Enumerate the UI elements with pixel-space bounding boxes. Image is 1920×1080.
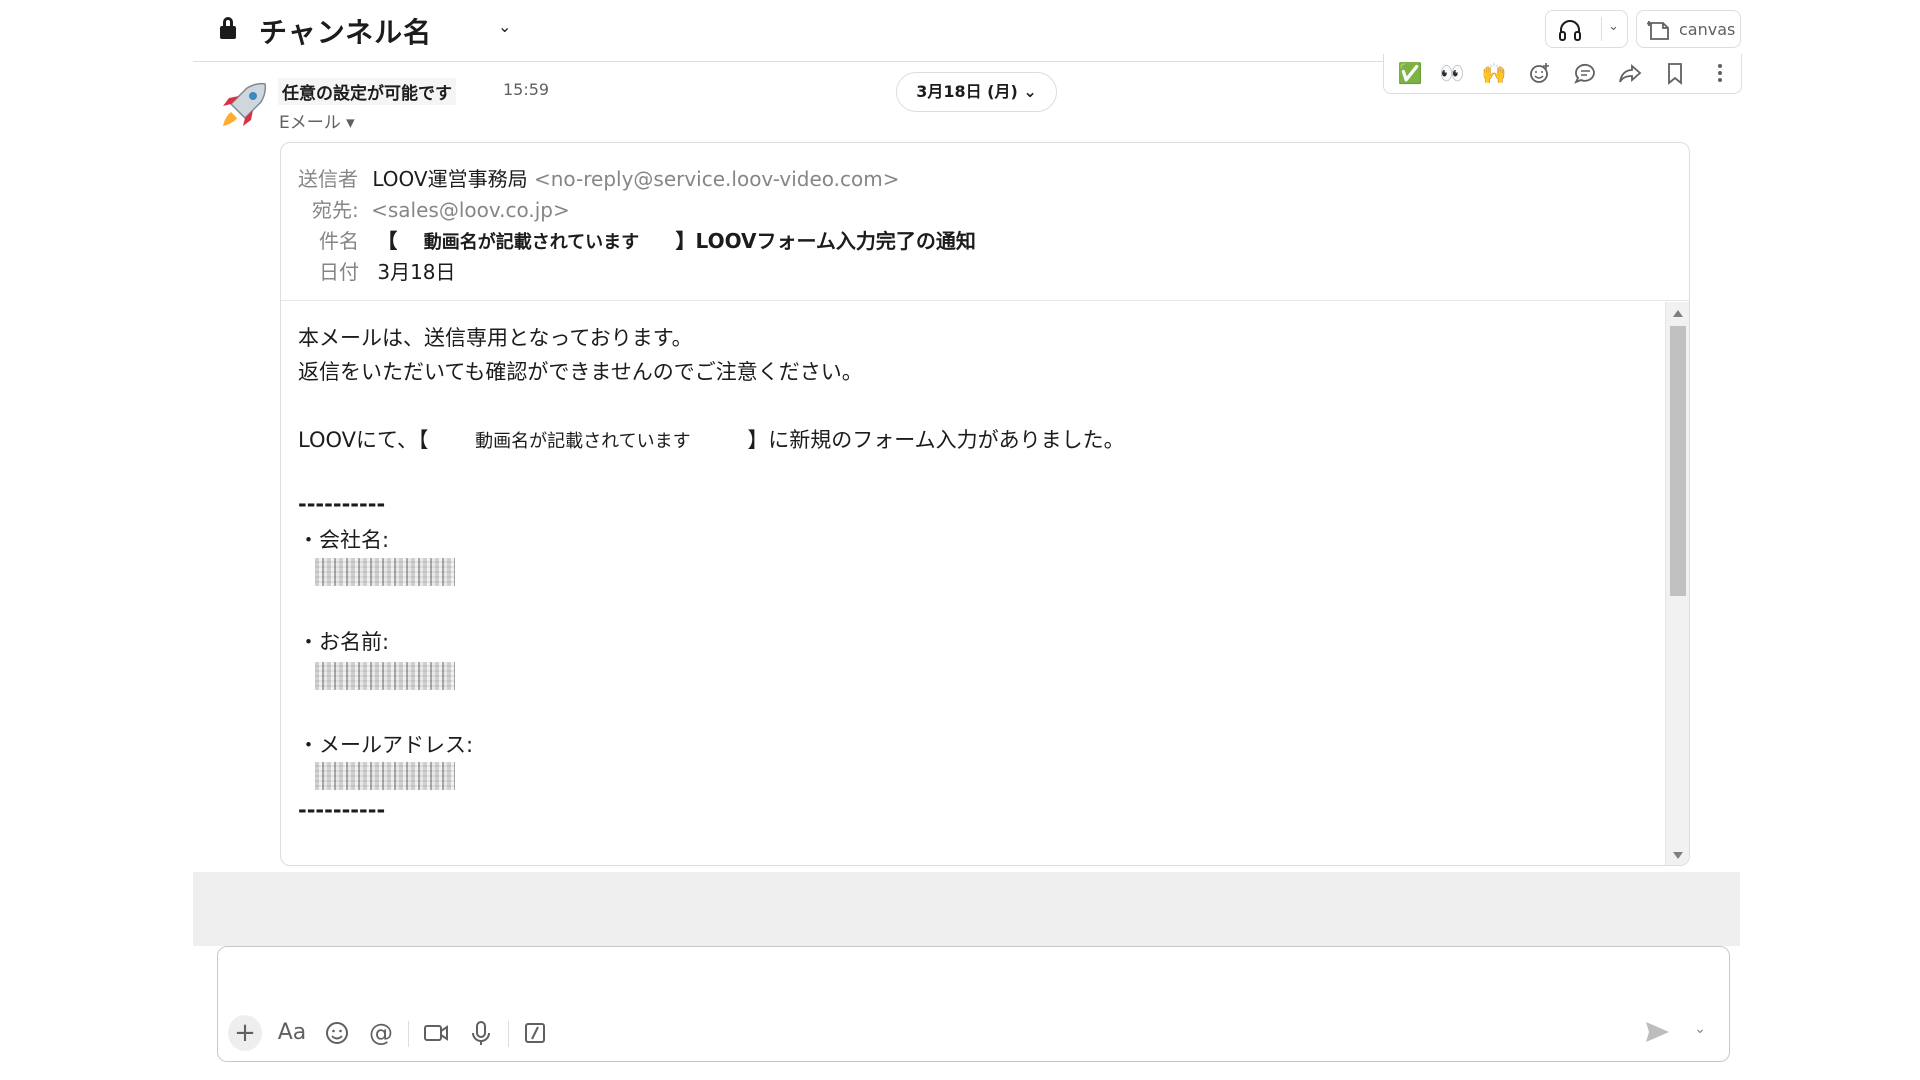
- headphone-icon[interactable]: [1558, 19, 1582, 41]
- to-address: <sales@loov.co.jp>: [371, 198, 570, 222]
- formatting-button[interactable]: Aa: [272, 1015, 312, 1051]
- subject-label: 件名: [319, 229, 359, 253]
- email-body: 本メールは、送信専用となっております。 返信をいただいても確認ができませんのでご…: [281, 302, 1665, 865]
- date-divider-button[interactable]: 3月18日 (月) ⌄: [896, 72, 1057, 112]
- message-area: 任意の設定が可能です 15:59 Eメール ▾ 3月18日 (月) ⌄ ✅ 👀 …: [193, 54, 1742, 872]
- add-reaction-icon[interactable]: [1524, 58, 1556, 88]
- bookmark-icon[interactable]: [1659, 58, 1691, 88]
- message-composer: + Aa @ ⌄: [217, 946, 1730, 1062]
- microphone-icon[interactable]: [464, 1015, 498, 1051]
- send-options-chevron-icon[interactable]: ⌄: [1694, 1021, 1706, 1037]
- huddle-button-group: ⌄: [1545, 10, 1628, 48]
- message-sender-name[interactable]: 任意の設定が可能です: [278, 78, 456, 105]
- body-line-3-suffix: 】に新規のフォーム入力がありました。: [747, 428, 1125, 452]
- subject-video-name: 動画名が記載されています: [423, 232, 640, 253]
- email-label-dropdown[interactable]: Eメール ▾: [279, 108, 355, 133]
- company-value-redacted: [315, 558, 455, 586]
- channel-name[interactable]: チャンネル名: [259, 11, 432, 51]
- reaction-check[interactable]: ✅: [1394, 58, 1426, 88]
- to-label: 宛先:: [312, 198, 359, 222]
- body-line-3-prefix: LOOVにて、【: [298, 428, 429, 452]
- date-value: 3月18日: [377, 260, 456, 284]
- more-icon[interactable]: [1704, 58, 1736, 88]
- canvas-button[interactable]: canvas: [1636, 10, 1741, 48]
- email-label: ・メールアドレス:: [298, 733, 474, 757]
- body-divider-2: ----------: [298, 798, 386, 822]
- huddle-options-chevron-icon[interactable]: ⌄: [1608, 19, 1619, 34]
- mention-icon[interactable]: @: [364, 1015, 398, 1051]
- from-label: 送信者: [298, 167, 358, 191]
- name-value-redacted: [315, 662, 455, 690]
- composer-toolbar: + Aa @ ⌄: [228, 1015, 1718, 1051]
- body-video-name: 動画名が記載されています: [475, 431, 691, 452]
- reply-thread-icon[interactable]: [1569, 58, 1601, 88]
- company-label: ・会社名:: [298, 528, 390, 552]
- emoji-icon[interactable]: [320, 1015, 354, 1051]
- rocket-icon: [223, 82, 267, 126]
- email-header: 送信者 LOOV運営事務局 <no-reply@service.loov-vid…: [281, 143, 1689, 301]
- message-actions-toolbar: ✅ 👀 🙌: [1383, 54, 1742, 94]
- scroll-thumb[interactable]: [1670, 326, 1686, 596]
- chevron-down-icon[interactable]: ⌄: [498, 17, 511, 36]
- message-timestamp[interactable]: 15:59: [503, 80, 549, 99]
- body-line-3: LOOVにて、【 動画名が記載されています 】に新規のフォーム入力がありました。: [298, 424, 1125, 454]
- scroll-down-arrow[interactable]: [1673, 852, 1683, 859]
- message-input[interactable]: [234, 957, 1714, 1001]
- body-line-1: 本メールは、送信専用となっております。: [298, 326, 693, 350]
- email-value-redacted: [315, 762, 455, 790]
- name-label: ・お名前:: [298, 630, 390, 654]
- scroll-up-arrow[interactable]: [1673, 310, 1683, 317]
- from-name: LOOV運営事務局: [372, 167, 528, 191]
- plus-icon[interactable]: +: [228, 1015, 262, 1051]
- canvas-label: canvas: [1679, 20, 1736, 39]
- body-line-2: 返信をいただいても確認ができませんのでご注意ください。: [298, 360, 863, 384]
- subject-suffix: 】LOOVフォーム入力完了の通知: [675, 229, 976, 253]
- send-icon[interactable]: [1642, 1017, 1672, 1047]
- email-scrollbar[interactable]: [1665, 302, 1689, 865]
- slash-command-icon[interactable]: [518, 1015, 552, 1051]
- reaction-eyes[interactable]: 👀: [1436, 58, 1468, 88]
- from-address: <no-reply@service.loov-video.com>: [533, 167, 900, 191]
- email-preview-card: 送信者 LOOV運営事務局 <no-reply@service.loov-vid…: [280, 142, 1690, 866]
- composer-separator-band: [193, 872, 1740, 946]
- channel-header: チャンネル名 ⌄ ⌄ canvas: [193, 0, 1741, 62]
- subject-bracket-open: 【: [377, 229, 398, 253]
- lock-icon: [220, 17, 236, 39]
- body-divider: ----------: [298, 492, 386, 516]
- canvas-icon: [1647, 21, 1669, 40]
- video-icon[interactable]: [418, 1015, 454, 1051]
- date-label: 日付: [319, 260, 359, 284]
- reaction-raised-hands[interactable]: 🙌: [1478, 58, 1510, 88]
- share-icon[interactable]: [1614, 58, 1646, 88]
